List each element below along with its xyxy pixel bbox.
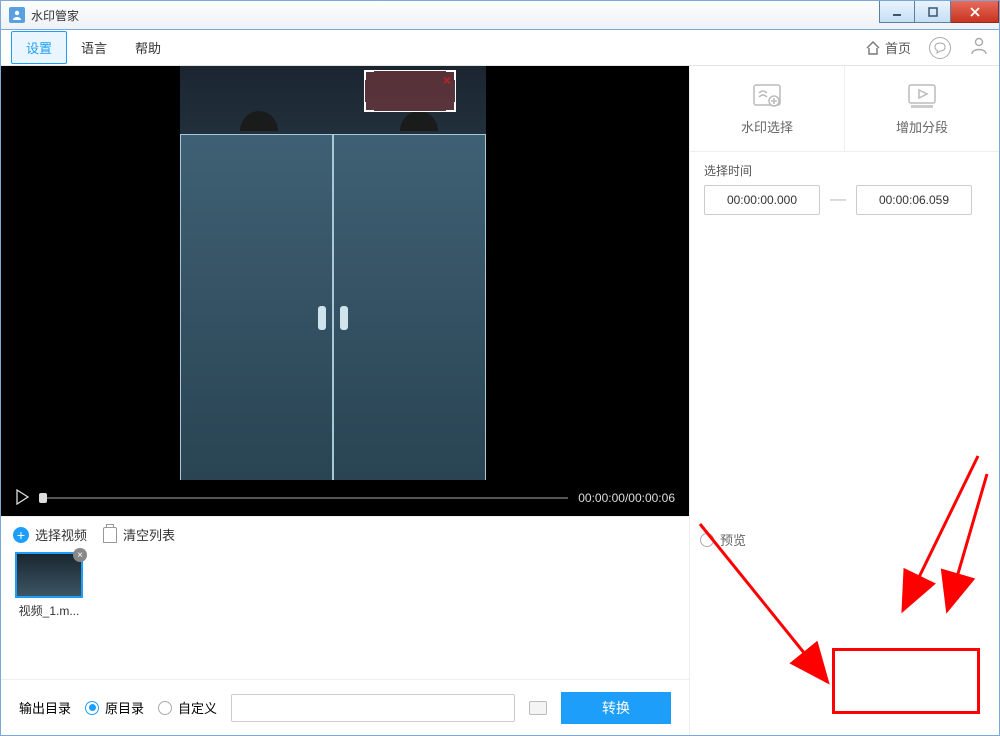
time-display: 00:00:00/00:00:06 xyxy=(578,491,675,505)
tool-watermark-select[interactable]: 水印选择 xyxy=(690,66,845,151)
radio-icon xyxy=(85,701,99,715)
radio-icon xyxy=(158,701,172,715)
menubar: 设置 语言 帮助 首页 xyxy=(1,30,999,66)
side-panel: 水印选择 增加分段 选择时间 00:00:00.000 — 00:00:06.0… xyxy=(689,66,999,735)
titlebar: 水印管家 xyxy=(0,0,1000,30)
output-path-input[interactable] xyxy=(231,694,515,722)
tool-add-segment[interactable]: 增加分段 xyxy=(845,66,999,151)
preview-toggle[interactable]: 预览 xyxy=(690,522,756,557)
home-link[interactable]: 首页 xyxy=(865,38,911,57)
app-frame: 设置 语言 帮助 首页 xyxy=(0,30,1000,736)
video-preview[interactable]: × 00:00:00/00:00:06 xyxy=(1,66,689,516)
video-content-a xyxy=(240,111,278,131)
menu-help[interactable]: 帮助 xyxy=(121,32,175,63)
menu-language[interactable]: 语言 xyxy=(67,32,121,63)
browse-folder-icon[interactable] xyxy=(529,701,547,715)
playback-bar: 00:00:00/00:00:06 xyxy=(1,480,689,516)
remove-thumb-icon[interactable]: × xyxy=(73,548,87,562)
select-video-label: 选择视频 xyxy=(35,525,87,544)
seek-track[interactable] xyxy=(39,497,568,499)
time-start-input[interactable]: 00:00:00.000 xyxy=(704,185,820,215)
clear-list-button[interactable]: 清空列表 xyxy=(103,525,175,544)
clear-list-label: 清空列表 xyxy=(123,525,175,544)
time-end-input[interactable]: 00:00:06.059 xyxy=(856,185,972,215)
convert-button[interactable]: 转换 xyxy=(561,692,671,724)
close-button[interactable] xyxy=(951,1,999,23)
video-content-doors xyxy=(180,134,486,517)
video-content-b xyxy=(400,111,438,131)
window-title: 水印管家 xyxy=(31,7,79,24)
custom-label: 自定义 xyxy=(178,698,217,717)
user-icon[interactable] xyxy=(969,35,989,60)
maximize-button[interactable] xyxy=(915,1,951,23)
remove-selection-icon[interactable]: × xyxy=(443,73,451,87)
output-row: 输出目录 原目录 自定义 转换 xyxy=(1,679,689,735)
time-label: 选择时间 xyxy=(704,162,985,179)
home-label: 首页 xyxy=(885,38,911,57)
output-label: 输出目录 xyxy=(19,698,71,717)
thumb-image: × xyxy=(15,552,83,598)
window-controls xyxy=(879,1,999,29)
preview-label: 预览 xyxy=(720,530,746,549)
watermark-select-label: 水印选择 xyxy=(741,117,793,136)
trash-icon xyxy=(103,527,117,543)
plus-icon: + xyxy=(13,527,29,543)
time-section: 选择时间 00:00:00.000 — 00:00:06.059 xyxy=(690,152,999,225)
video-list: + 选择视频 清空列表 × 视频_1.m... xyxy=(1,516,689,679)
add-segment-label: 增加分段 xyxy=(896,117,948,136)
play-button[interactable] xyxy=(15,489,29,508)
select-video-button[interactable]: + 选择视频 xyxy=(13,525,87,544)
thumb-name: 视频_1.m... xyxy=(13,602,85,619)
video-frame: × xyxy=(180,66,486,516)
radio-custom[interactable]: 自定义 xyxy=(158,698,217,717)
minimize-button[interactable] xyxy=(879,1,915,23)
radio-icon xyxy=(700,533,714,547)
radio-same-dir[interactable]: 原目录 xyxy=(85,698,144,717)
chat-icon[interactable] xyxy=(929,37,951,59)
app-icon xyxy=(9,7,25,23)
time-separator: — xyxy=(830,191,846,209)
video-thumb[interactable]: × 视频_1.m... xyxy=(13,552,85,619)
same-dir-label: 原目录 xyxy=(105,698,144,717)
watermark-selection-box[interactable]: × xyxy=(364,70,456,112)
menu-settings[interactable]: 设置 xyxy=(11,31,67,64)
